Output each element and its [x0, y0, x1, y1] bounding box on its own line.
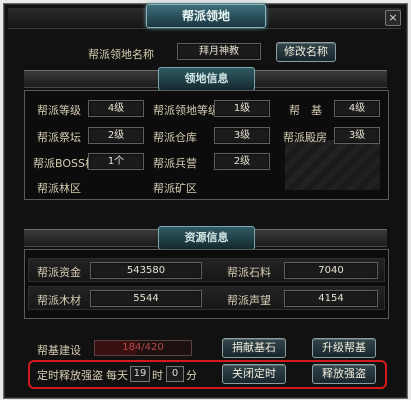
reputation-label: 帮派声望 — [227, 294, 271, 307]
minute-input[interactable]: 0 — [166, 366, 184, 382]
boss-slot-label: 帮派BOSS栏 — [33, 157, 96, 170]
territory-info-header: 领地信息 — [24, 67, 387, 91]
upgrade-base-button[interactable]: 升级帮基 — [312, 338, 376, 358]
window-title: 帮派领地 — [181, 9, 230, 23]
release-bandits-button[interactable]: 释放强盗 — [312, 364, 376, 384]
base-label: 帮 基 — [289, 104, 322, 117]
hour-unit: 时 — [152, 369, 163, 382]
base-value: 4级 — [334, 100, 380, 117]
warehouse-label: 帮派仓库 — [153, 131, 197, 144]
rename-button[interactable]: 修改名称 — [276, 42, 336, 62]
territory-info-title: 领地信息 — [158, 67, 255, 91]
construction-progress-bar: 184/420 — [94, 340, 192, 356]
territory-name-label: 帮派领地名称 — [88, 48, 154, 61]
altar-value: 2级 — [88, 127, 144, 144]
timer-label: 定时释放强盗 — [37, 369, 103, 382]
guild-level-value: 4级 — [88, 100, 144, 117]
forest-label: 帮派林区 — [37, 182, 81, 195]
stone-value: 7040 — [284, 262, 378, 279]
mine-label: 帮派矿区 — [153, 182, 197, 195]
territory-name-field: 拜月神教 — [177, 43, 261, 60]
boss-slot-value: 1个 — [88, 153, 144, 170]
daily-label: 每天 — [106, 369, 128, 382]
territory-map-background — [285, 140, 380, 190]
close-icon[interactable]: × — [385, 10, 401, 26]
warehouse-value: 3级 — [214, 127, 270, 144]
barracks-value: 2级 — [214, 153, 270, 170]
resource-info-header: 资源信息 — [24, 226, 387, 250]
wood-value: 5544 — [90, 290, 202, 307]
construction-label: 帮基建设 — [37, 344, 81, 357]
funds-label: 帮派资金 — [37, 266, 81, 279]
wood-label: 帮派木材 — [37, 294, 81, 307]
resource-info-title: 资源信息 — [158, 226, 255, 250]
hall-label: 帮派殿房 — [283, 131, 327, 144]
funds-value: 543580 — [90, 262, 202, 279]
altar-label: 帮派祭坛 — [37, 131, 81, 144]
hour-input[interactable]: 19 — [130, 366, 150, 382]
barracks-label: 帮派兵营 — [153, 157, 197, 170]
hall-value: 3级 — [334, 127, 380, 144]
minute-unit: 分 — [186, 369, 197, 382]
territory-level-label: 帮派领地等级 — [153, 104, 219, 117]
donate-stone-button[interactable]: 捐献基石 — [222, 338, 286, 358]
title-banner: 帮派领地 — [146, 4, 266, 28]
reputation-value: 4154 — [284, 290, 378, 307]
territory-level-value: 1级 — [214, 100, 270, 117]
stone-label: 帮派石料 — [227, 266, 271, 279]
guild-level-label: 帮派等级 — [37, 104, 81, 117]
construction-progress-text: 184/420 — [122, 342, 164, 353]
close-timer-button[interactable]: 关闭定时 — [222, 364, 286, 384]
